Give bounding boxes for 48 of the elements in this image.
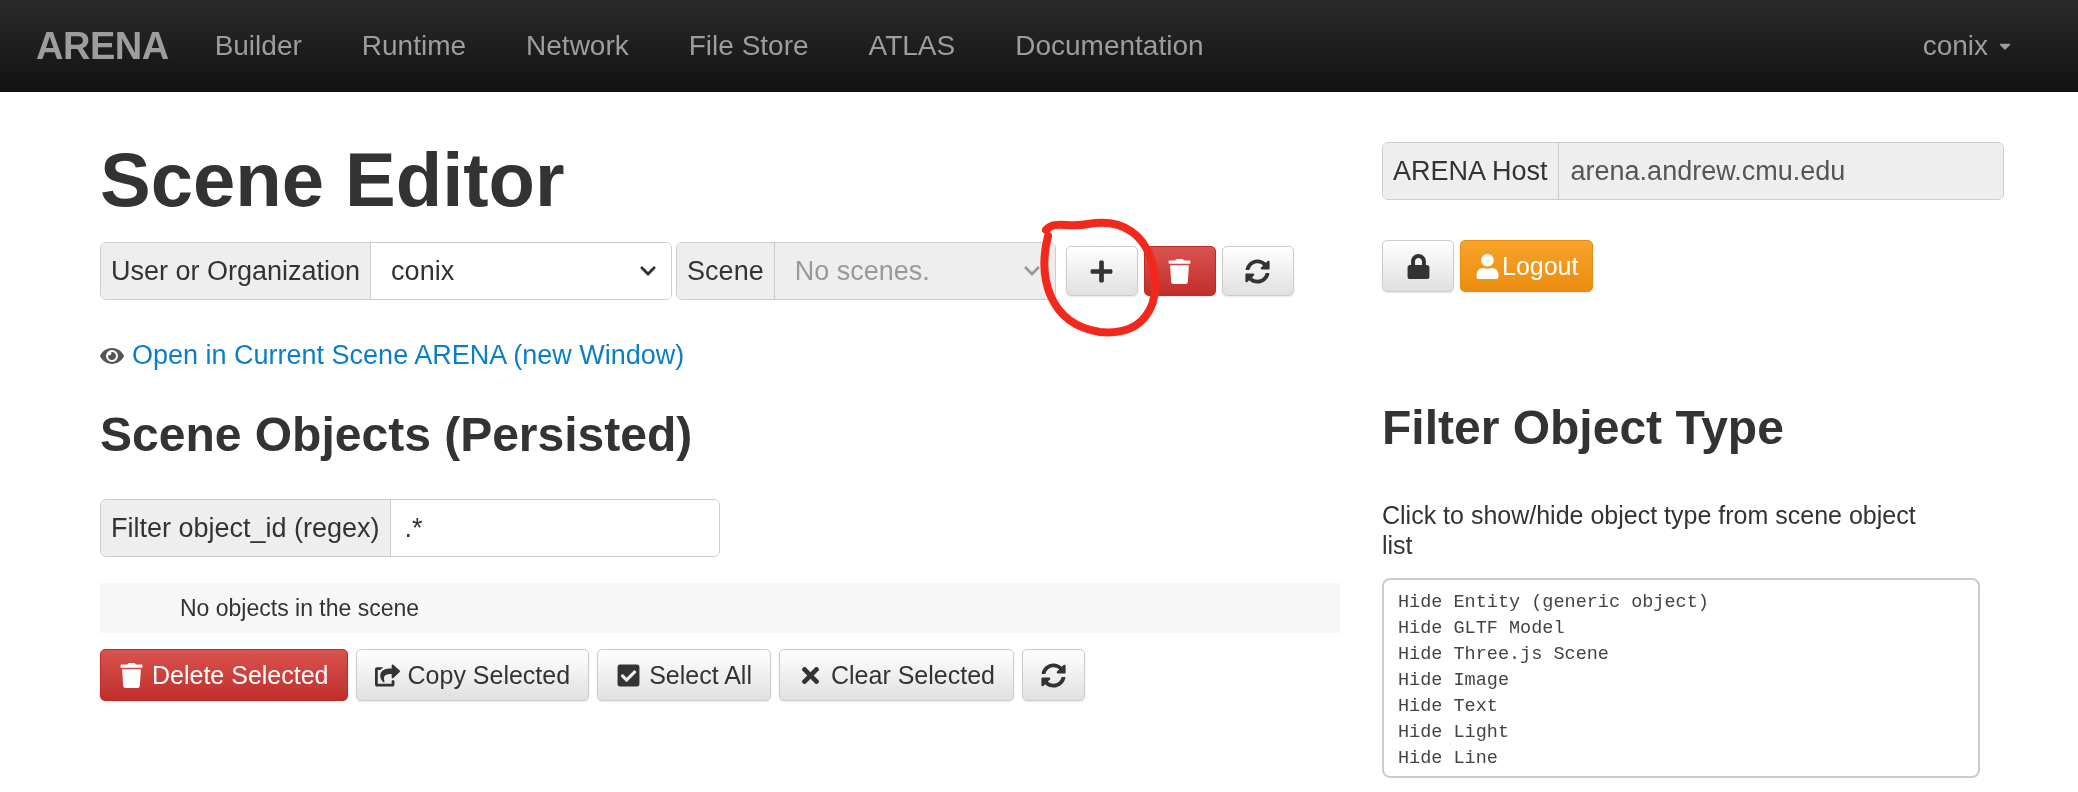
brand-logo[interactable]: ARENA — [36, 24, 169, 68]
lock-icon — [1405, 253, 1431, 279]
empty-message: No objects in the scene — [100, 583, 1340, 633]
select-placeholder: No scenes. — [794, 255, 930, 287]
refresh-icon — [1245, 258, 1271, 284]
nav-link[interactable]: Network — [526, 30, 629, 62]
checkbox-icon — [616, 662, 642, 688]
plus-icon — [1089, 258, 1115, 284]
share-icon — [374, 662, 400, 688]
host-value: arena.andrew.cmu.edu — [1558, 143, 2003, 199]
user-menu[interactable]: conix — [1922, 30, 2014, 62]
section-title: Scene Objects (Persisted) — [100, 411, 694, 459]
select-value: conix — [391, 255, 455, 287]
filter-field[interactable]: Filter object_id (regex) .* — [100, 499, 720, 557]
add-scene-button[interactable] — [1065, 246, 1138, 296]
list-option[interactable]: Hide Light — [1398, 720, 1964, 746]
delete-button[interactable]: Delete Selected — [100, 649, 348, 701]
user-select[interactable]: User or Organization conix — [100, 242, 673, 300]
list-option[interactable]: Hide Image — [1398, 668, 1964, 694]
field-label: ARENA Host — [1383, 143, 1559, 199]
refresh-button[interactable] — [1221, 246, 1294, 296]
select-all-button[interactable]: Select All — [597, 649, 771, 701]
field-label: Filter object_id (regex) — [101, 500, 391, 556]
clear-button[interactable]: Clear Selected — [778, 649, 1014, 701]
nav-link[interactable]: Runtime — [361, 30, 467, 62]
nav-link[interactable]: Documentation — [1015, 30, 1204, 62]
list-option[interactable]: Hide Three.js Scene — [1398, 642, 1964, 668]
list-option[interactable]: Hide Line — [1398, 746, 1964, 772]
trash-icon — [1167, 258, 1193, 284]
section-title: Filter Object Type — [1382, 404, 1785, 452]
open-scene-link[interactable]: Open in Current Scene ARENA (new Window) — [132, 340, 685, 371]
nav-link[interactable]: File Store — [688, 30, 809, 62]
refresh-button[interactable] — [1021, 649, 1085, 701]
refresh-icon — [1040, 662, 1066, 688]
description-text: Click to show/hide object type from scene object list — [1382, 500, 1917, 560]
nav-link[interactable]: Builder — [214, 30, 302, 62]
user-icon — [1475, 253, 1500, 279]
trash-icon — [119, 662, 144, 688]
list-option[interactable]: Hide Entity (generic object) — [1398, 590, 1964, 616]
field-label: User or Organization — [101, 243, 372, 299]
lock-button[interactable] — [1382, 240, 1454, 292]
nav-link[interactable]: ATLAS — [868, 30, 956, 62]
list-option[interactable]: Hide GLTF Model — [1398, 616, 1964, 642]
field-label: Scene — [677, 243, 775, 299]
host-field[interactable]: ARENA Host arena.andrew.cmu.edu — [1382, 142, 2004, 200]
list-option[interactable]: Hide Text — [1398, 694, 1964, 720]
page-title: Scene Editor — [100, 142, 566, 218]
copy-button[interactable]: Copy Selected — [355, 649, 590, 701]
